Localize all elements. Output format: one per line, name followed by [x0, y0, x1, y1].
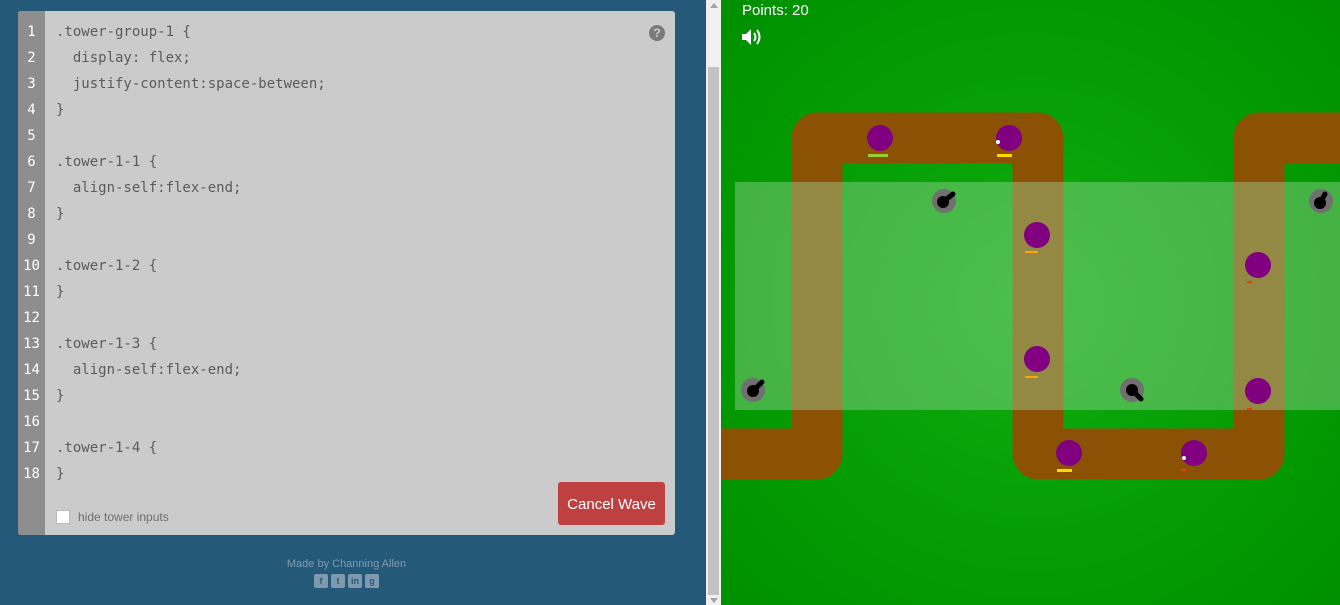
- code-line[interactable]: }: [56, 201, 64, 227]
- hide-tower-inputs-label[interactable]: hide tower inputs: [78, 510, 169, 524]
- tower[interactable]: [741, 378, 765, 402]
- editor-panel: 1 2 3 4 5 6 7 8 9 10 11 12 13 14 15 16 1…: [0, 0, 706, 605]
- code-line[interactable]: align-self:flex-end;: [56, 357, 242, 383]
- line-number: 17: [23, 440, 40, 456]
- code-editor[interactable]: 1 2 3 4 5 6 7 8 9 10 11 12 13 14 15 16 1…: [18, 11, 675, 535]
- github-icon[interactable]: g: [365, 574, 379, 588]
- game-board[interactable]: Points: 20: [721, 0, 1340, 605]
- points-display: Points: 20: [742, 2, 809, 19]
- line-number: 14: [23, 362, 40, 378]
- scrollbar-thumb[interactable]: [708, 67, 719, 595]
- hide-tower-inputs-toggle[interactable]: hide tower inputs: [56, 509, 169, 525]
- tower[interactable]: [1309, 189, 1333, 213]
- code-line[interactable]: align-self:flex-end;: [56, 175, 242, 201]
- code-line[interactable]: .tower-1-1 {: [56, 149, 157, 175]
- code-line[interactable]: .tower-group-1 {: [56, 19, 191, 45]
- line-number: 3: [27, 76, 36, 92]
- speaker-icon[interactable]: [741, 28, 763, 51]
- code-line[interactable]: }: [56, 97, 64, 123]
- line-number: 16: [23, 414, 40, 430]
- footer-credit[interactable]: Made by Channing Allen: [18, 558, 675, 570]
- scroll-up-icon[interactable]: [710, 3, 718, 8]
- help-icon[interactable]: ?: [649, 25, 665, 41]
- code-line[interactable]: }: [56, 279, 64, 305]
- scroll-down-icon[interactable]: [710, 598, 718, 603]
- social-links: f t in g: [18, 574, 675, 588]
- health-bar: [1181, 469, 1186, 471]
- code-line[interactable]: justify-content:space-between;: [56, 71, 326, 97]
- line-number: 13: [23, 336, 40, 352]
- line-number: 4: [27, 102, 36, 118]
- code-line[interactable]: .tower-1-4 {: [56, 435, 157, 461]
- health-bar: [1057, 469, 1072, 472]
- health-bar: [868, 154, 888, 157]
- line-number: 12: [23, 310, 40, 326]
- line-number: 8: [27, 206, 36, 222]
- line-number: 15: [23, 388, 40, 404]
- code-line[interactable]: .tower-1-3 {: [56, 331, 157, 357]
- footer: Made by Channing Allen f t in g: [18, 558, 675, 588]
- health-bar: [1025, 376, 1038, 378]
- line-number: 10: [23, 258, 40, 274]
- line-number: 5: [27, 128, 36, 144]
- health-bar: [997, 154, 1012, 157]
- code-line[interactable]: }: [56, 383, 64, 409]
- health-bar: [1247, 281, 1252, 283]
- health-bar: [1025, 251, 1038, 253]
- tower[interactable]: [932, 189, 956, 213]
- code-line[interactable]: }: [56, 461, 64, 487]
- line-number: 7: [27, 180, 36, 196]
- line-number: 11: [23, 284, 40, 300]
- code-line[interactable]: display: flex;: [56, 45, 191, 71]
- game-canvas: [721, 112, 1340, 480]
- tower[interactable]: [1120, 378, 1144, 402]
- line-number: 2: [27, 50, 36, 66]
- line-number: 9: [27, 232, 36, 248]
- tower-zone[interactable]: [735, 182, 1340, 410]
- line-number: 1: [27, 24, 36, 40]
- health-bar: [1247, 408, 1252, 410]
- line-number: 6: [27, 154, 36, 170]
- linkedin-icon[interactable]: in: [348, 574, 362, 588]
- line-number: 18: [23, 466, 40, 482]
- twitter-icon[interactable]: t: [331, 574, 345, 588]
- code-line[interactable]: .tower-1-2 {: [56, 253, 157, 279]
- hide-tower-inputs-checkbox[interactable]: [56, 510, 70, 524]
- cancel-wave-button[interactable]: Cancel Wave: [558, 482, 665, 525]
- facebook-icon[interactable]: f: [314, 574, 328, 588]
- scrollbar[interactable]: [706, 0, 721, 605]
